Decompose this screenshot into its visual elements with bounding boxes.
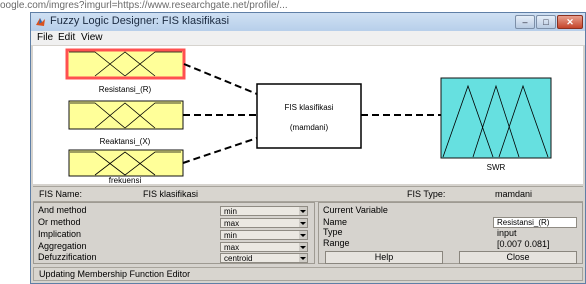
fis-name-value: FIS klasifikasi [143,189,199,199]
menu-file[interactable]: File [37,32,53,43]
fis-type-label: FIS Type: [407,189,446,199]
chevron-down-icon [299,243,307,251]
output-label: SWR [487,163,506,172]
and-method-value: min [224,207,237,216]
input-variable-frekuensi[interactable] [68,149,184,177]
methods-panel: And method Or method Implication Aggrega… [33,202,315,264]
input-label: Reaktansi_(X) [100,137,151,146]
chevron-down-icon [299,254,307,262]
close-button[interactable]: ✕ [557,15,583,29]
fis-system-box[interactable]: FIS klasifikasi (mamdani) [256,83,362,149]
fis-name-label: FIS Name: [39,189,83,199]
defuzzification-select[interactable]: centroid [220,253,308,263]
fuzzy-logic-designer-window: Fuzzy Logic Designer: FIS klasifikasi – … [30,12,586,284]
matlab-icon [36,18,45,26]
or-method-value: max [224,219,240,228]
input-variable-resistansi[interactable] [65,48,186,80]
and-method-select[interactable]: min [220,206,308,216]
defuzzification-label: Defuzzification [38,252,97,262]
aggregation-value: max [224,243,240,252]
implication-label: Implication [38,229,82,239]
or-method-select[interactable]: max [220,218,308,228]
current-variable-panel: Current Variable Name Type Range Resista… [318,202,583,264]
implication-select[interactable]: min [220,230,308,240]
connector-line [182,137,258,164]
fis-type-value: mamdani [495,189,533,199]
close-dialog-button[interactable]: Close [459,251,577,264]
menu-view[interactable]: View [81,32,103,43]
status-bar: Updating Membership Function Editor [33,267,583,281]
fis-box-name: FIS klasifikasi [285,103,334,112]
window-title: Fuzzy Logic Designer: FIS klasifikasi [50,15,230,27]
chevron-down-icon [299,231,307,239]
current-variable-header: Current Variable [323,205,388,215]
input-variable-reaktansi[interactable] [68,100,184,130]
implication-value: min [224,231,237,240]
variable-name-field[interactable]: Resistansi_(R) [493,217,577,228]
aggregation-select[interactable]: max [220,242,308,252]
and-method-label: And method [38,205,87,215]
variable-range-label: Range [323,238,350,248]
menu-bar: File Edit View [31,31,585,45]
chevron-down-icon [299,207,307,215]
minimize-button[interactable]: – [515,15,535,29]
defuzzification-value: centroid [224,254,253,263]
variable-range-value: [0.007 0.081] [497,239,550,249]
maximize-button[interactable]: □ [536,15,556,29]
input-label: frekuensi [109,176,142,184]
chevron-down-icon [299,219,307,227]
or-method-label: Or method [38,217,81,227]
title-bar[interactable]: Fuzzy Logic Designer: FIS klasifikasi – … [31,13,585,32]
input-label: Resistansi_(R) [99,85,152,94]
fis-box-type: (mamdani) [290,123,329,132]
fis-diagram: Resistansi_(R) Reaktansi_(X) frekuensi F… [33,46,583,184]
output-variable-swr[interactable] [440,77,552,159]
fis-info-bar: FIS Name: FIS klasifikasi FIS Type: mamd… [33,186,583,202]
menu-edit[interactable]: Edit [58,32,75,43]
help-button[interactable]: Help [325,251,443,264]
connector-line [183,63,258,95]
